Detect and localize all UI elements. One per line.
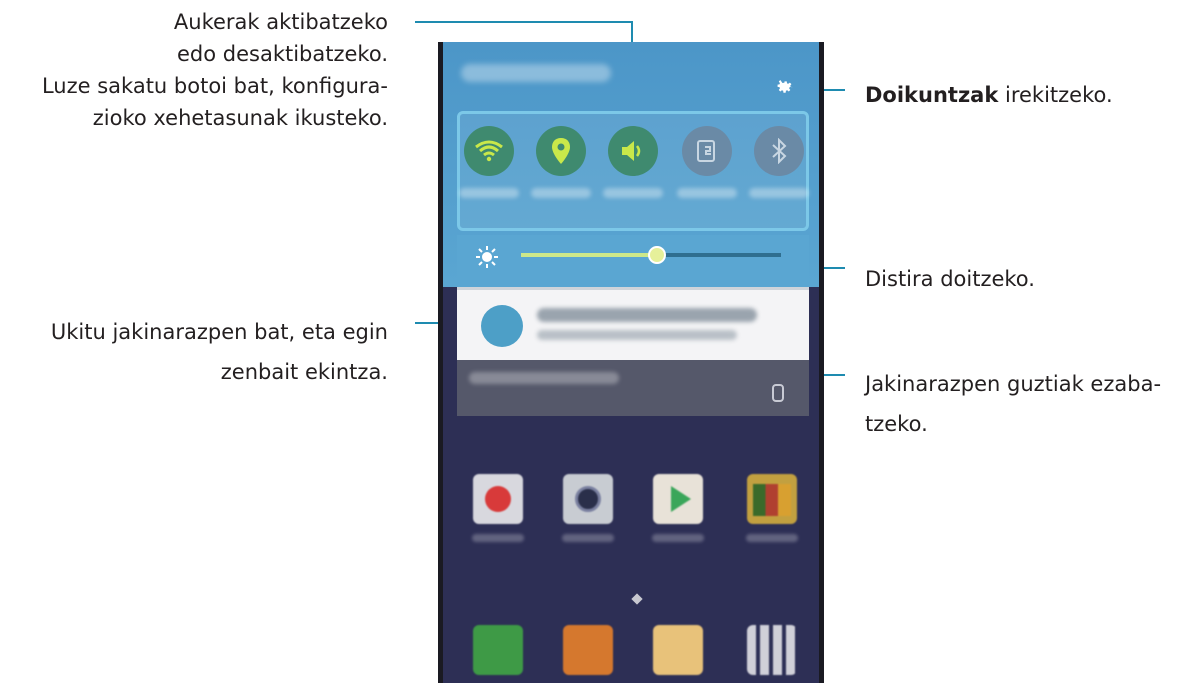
bluetooth-toggle[interactable] [754,126,804,176]
usb-notification[interactable] [457,287,809,360]
toggle-label-blur [531,188,591,198]
emergency-text-blur [469,372,619,384]
sound-icon [622,141,641,161]
callout-notification: Ukitu jakinarazpen bat, eta egin zenbait… [51,312,388,392]
messages-app-icon[interactable] [653,625,703,675]
email-app-icon[interactable] [473,474,523,524]
callout-settings: Doikuntzak irekitzeko. [865,79,1113,111]
toggle-label-blur [603,188,663,198]
screen-rotation-toggle[interactable] [682,126,732,176]
bluetooth-icon [772,138,787,164]
callout-clear-all-line1: Jakinarazpen guztiak ezaba- [865,372,1162,396]
location-icon [552,138,570,164]
brightness-slider-fill [521,253,656,257]
callout-brightness: Distira doitzeko. [865,267,1035,291]
callout-settings-bold: Doikuntzak [865,83,999,107]
brightness-icon [476,246,498,268]
app-label-blur [652,534,704,542]
wifi-toggle[interactable] [464,126,514,176]
callout-clear-all: Jakinarazpen guztiak ezaba- tzeko. [865,364,1161,444]
emergency-calls-bar [457,360,809,416]
contacts-app-icon[interactable] [563,625,613,675]
screen-rotation-icon [697,140,715,162]
play-store-app-icon[interactable] [653,474,703,524]
callout-notification-line2: zenbait ekintza. [220,360,388,384]
callout-toggles-line1: Aukerak aktibatzeko [173,10,388,34]
leader-line-toggles-h [415,21,633,23]
notification-subtitle-blur [537,330,737,340]
callout-settings-rest: irekitzeko. [998,83,1113,107]
callout-toggles-line2: edo desaktibatzeko. [176,42,388,66]
brightness-slider-thumb[interactable] [648,246,666,264]
phone-app-icon[interactable] [473,625,523,675]
app-label-blur [562,534,614,542]
usb-notification-icon [481,305,523,347]
apps-grid-icon[interactable] [747,625,797,675]
app-label-blur [746,534,798,542]
location-toggle[interactable] [536,126,586,176]
gallery-app-icon[interactable] [747,474,797,524]
callout-toggles-line4: zioko xehetasunak ikusteko. [92,106,388,130]
page-indicator [631,593,643,605]
wifi-icon [475,140,503,162]
phone-screenshot [438,42,824,683]
callout-notification-line1: Ukitu jakinarazpen bat, eta egin [50,320,388,344]
toggle-label-blur [459,188,519,198]
status-bar-time [461,64,611,82]
notification-title-blur [537,308,757,322]
callout-toggles: Aukerak aktibatzeko edo desaktibatzeko. … [42,6,388,134]
brightness-row [457,235,809,281]
notification-panel [443,42,819,287]
toggle-label-blur [749,188,809,198]
callout-clear-all-line2: tzeko. [865,412,928,436]
sound-toggle[interactable] [608,126,658,176]
microphone-icon[interactable] [772,384,784,402]
camera-app-icon[interactable] [563,474,613,524]
toggle-label-blur [677,188,737,198]
callout-toggles-line3: Luze sakatu botoi bat, konfigura- [41,74,388,98]
settings-gear-icon[interactable] [773,75,795,97]
app-label-blur [472,534,524,542]
